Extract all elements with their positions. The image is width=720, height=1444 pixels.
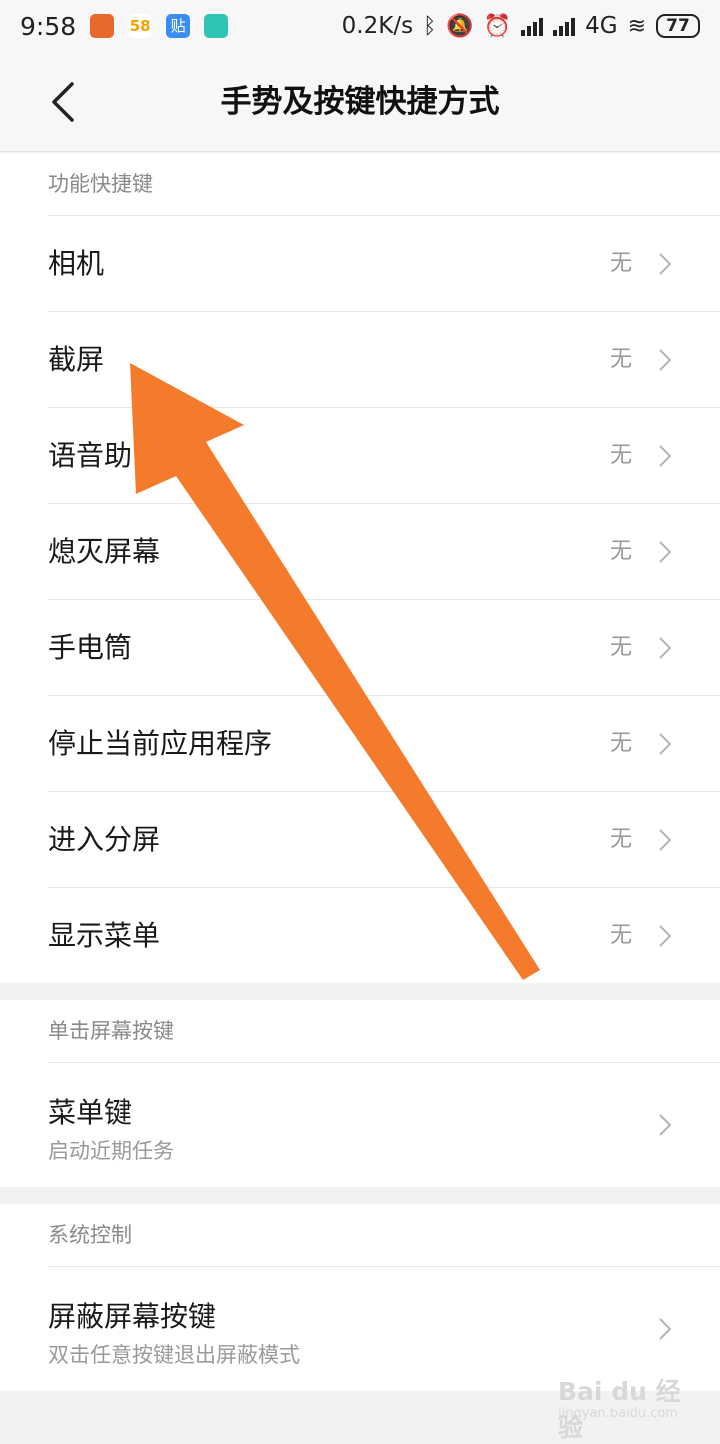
row-label: 截屏 [48,343,105,376]
row-label: 语音助 [48,439,133,472]
row-label: 进入分屏 [48,823,161,856]
setting-row-screenshot[interactable]: 截屏 无 [48,311,720,407]
app-header: 手势及按键快捷方式 [0,52,720,152]
battery-icon: 77 [656,14,700,38]
section-title: 单击屏幕按键 [48,1019,174,1043]
bluetooth-icon: ᛒ [423,13,437,39]
chevron-right-icon [659,733,672,755]
tieba-app-icon: 贴 [166,14,191,38]
58-app-icon: 58 [128,14,153,38]
row-label: 手电筒 [48,631,133,664]
setting-row-show-menu[interactable]: 显示菜单 无 [48,887,720,983]
status-time: 9:58 [20,11,77,41]
row-value: 无 [609,539,632,564]
row-value: 无 [609,443,632,468]
row-label: 停止当前应用程序 [48,727,273,760]
setting-row-flashlight[interactable]: 手电筒 无 [48,599,720,695]
network-type: 4G [585,13,618,39]
setting-row-stop-app[interactable]: 停止当前应用程序 无 [48,695,720,791]
chevron-right-icon [659,253,672,275]
row-label: 屏蔽屏幕按键 [48,1300,217,1333]
chevron-right-icon [659,829,672,851]
section-function-shortcuts: 功能快捷键 相机 无 截屏 无 语音助 无 熄灭屏幕 无 手电筒 无 停止当前应… [0,153,720,983]
setting-row-screen-off[interactable]: 熄灭屏幕 无 [48,503,720,599]
row-sublabel: 双击任意按键退出屏蔽模式 [48,1343,300,1367]
setting-row-camera[interactable]: 相机 无 [48,215,720,311]
row-value: 无 [609,635,632,660]
row-value: 无 [609,827,632,852]
chevron-right-icon [659,1318,672,1340]
row-label: 熄灭屏幕 [48,535,161,568]
chevron-right-icon [659,541,672,563]
status-bar: 9:58 58 贴 0.2K/s ᛒ 🔕 ⏰ 4G ≋ 77 [0,0,720,52]
page-title: 手势及按键快捷方式 [220,84,500,120]
setting-row-voice-assistant[interactable]: 语音助 无 [48,407,720,503]
setting-row-menu-key[interactable]: 菜单键 启动近期任务 [48,1062,720,1186]
weibo-app-icon [90,14,115,38]
baidu-watermark: Bai du 经验 jingyan.baidu.com [550,1372,700,1442]
row-label: 相机 [48,247,105,280]
net-speed: 0.2K/s [341,13,414,39]
chevron-right-icon [659,1114,672,1136]
chevron-right-icon [659,349,672,371]
section-system-control: 系统控制 屏蔽屏幕按键 双击任意按键退出屏蔽模式 [0,1204,720,1391]
boss-app-icon [204,14,229,38]
alarm-icon: ⏰ [483,13,512,39]
chevron-right-icon [659,925,672,947]
row-value: 无 [609,347,632,372]
chevron-right-icon [659,445,672,467]
row-label: 显示菜单 [48,919,161,952]
row-value: 无 [609,251,632,276]
back-arrow-icon[interactable] [46,78,86,126]
row-value: 无 [609,731,632,756]
section-title: 功能快捷键 [48,172,153,196]
signal-icon-1 [521,16,544,36]
row-sublabel: 启动近期任务 [48,1139,174,1163]
setting-row-split-screen[interactable]: 进入分屏 无 [48,791,720,887]
row-label: 菜单键 [48,1096,133,1129]
row-value: 无 [609,923,632,948]
watermark-sub: jingyan.baidu.com [558,1406,678,1421]
section-title: 系统控制 [48,1223,132,1247]
mute-bell-icon: 🔕 [446,13,474,39]
section-tap-screen-keys: 单击屏幕按键 菜单键 启动近期任务 [0,1000,720,1187]
signal-icon-2 [553,16,576,36]
status-indicators: 0.2K/s ᛒ 🔕 ⏰ 4G ≋ 77 [342,13,700,39]
chevron-right-icon [659,637,672,659]
wifi-icon: ≋ [627,13,646,39]
